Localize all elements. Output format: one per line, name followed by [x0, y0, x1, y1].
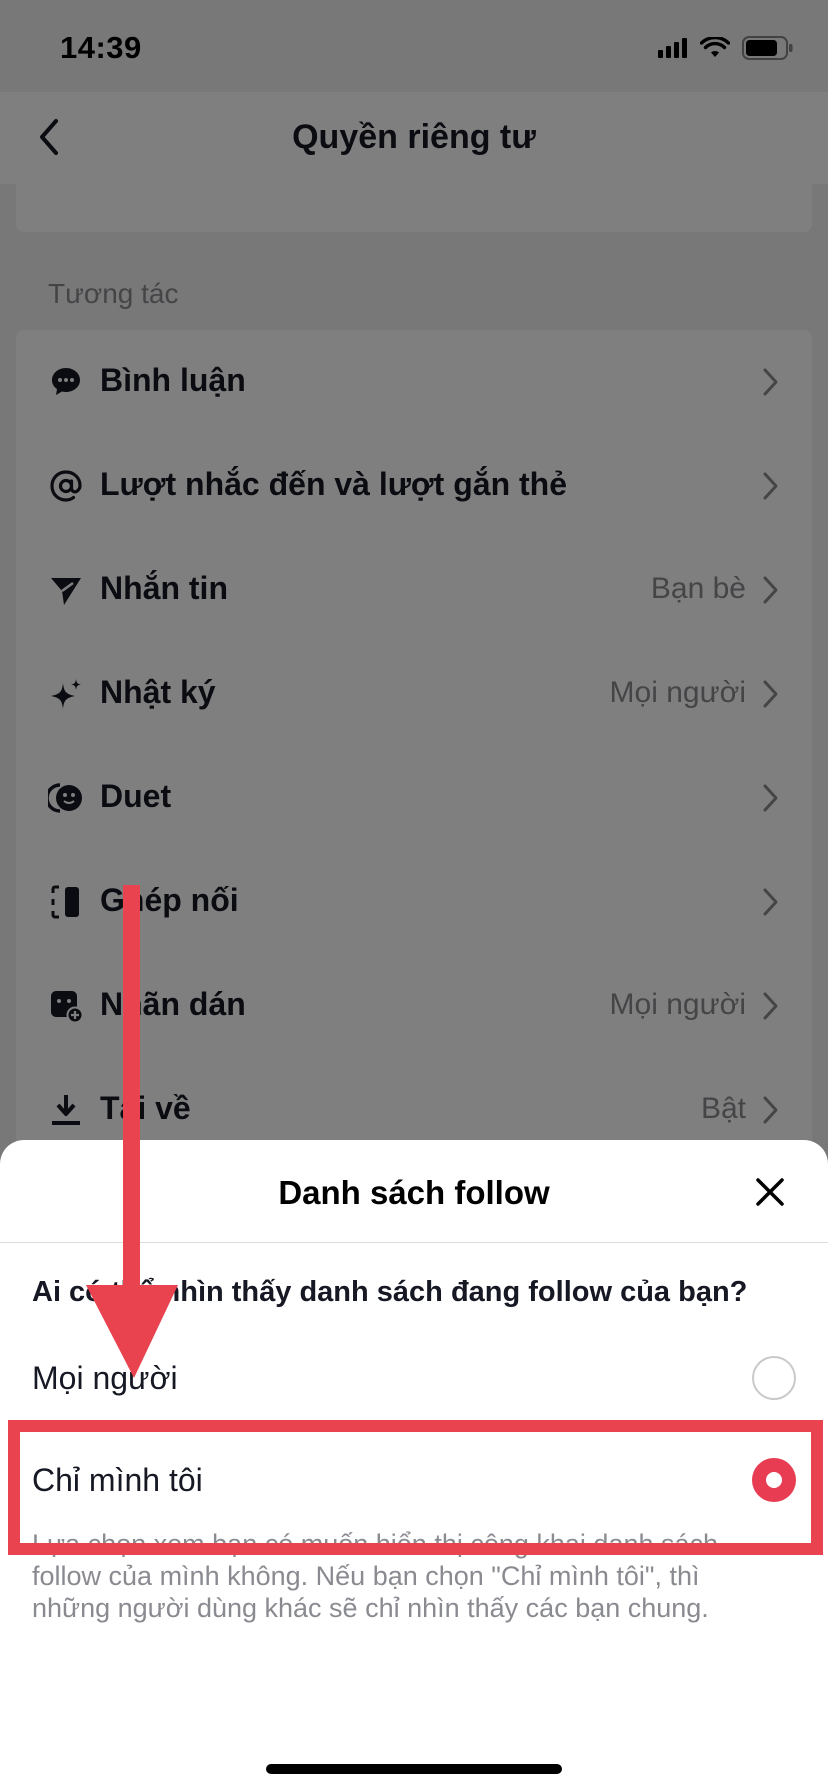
- arrow-annotation-icon: [86, 885, 178, 1378]
